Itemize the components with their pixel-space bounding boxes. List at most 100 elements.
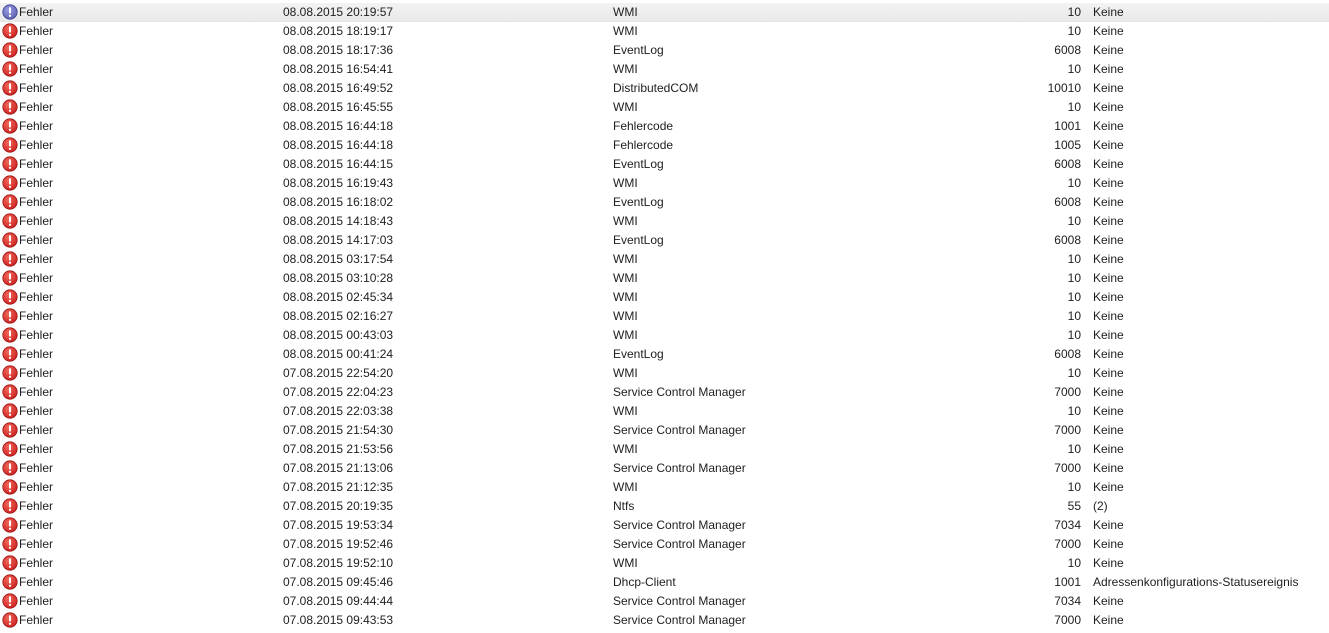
date-cell: 08.08.2015 18:19:17 [283,24,394,38]
task-category-cell: Keine [1093,252,1124,266]
error-icon [1,497,18,516]
event-row[interactable]: Fehler 08.08.2015 02:16:27 WMI 10 Keine [0,307,1329,326]
error-icon [1,535,18,554]
event-row[interactable]: Fehler 07.08.2015 22:04:23 Service Contr… [0,383,1329,402]
event-id-cell: 10 [1067,271,1081,285]
source-cell: WMI [613,328,638,342]
event-row[interactable]: Fehler 08.08.2015 16:44:15 EventLog 6008… [0,155,1329,174]
event-id-cell: 7000 [1054,537,1081,551]
event-row[interactable]: Fehler 08.08.2015 16:44:18 Fehlercode 10… [0,117,1329,136]
event-row[interactable]: Fehler 08.08.2015 00:43:03 WMI 10 Keine [0,326,1329,345]
event-row[interactable]: Fehler 08.08.2015 03:10:28 WMI 10 Keine [0,269,1329,288]
event-id-cell: 7000 [1054,385,1081,399]
event-id-cell: 10010 [1047,81,1081,95]
source-cell: WMI [613,214,638,228]
event-row[interactable]: Fehler 07.08.2015 22:03:38 WMI 10 Keine [0,402,1329,421]
date-cell: 08.08.2015 16:44:18 [283,119,394,133]
event-row[interactable]: Fehler 08.08.2015 16:18:02 EventLog 6008… [0,193,1329,212]
source-cell: Service Control Manager [613,423,746,437]
date-cell: 08.08.2015 14:17:03 [283,233,394,247]
error-icon [1,307,18,326]
event-row[interactable]: Fehler 07.08.2015 22:54:20 WMI 10 Keine [0,364,1329,383]
date-cell: 07.08.2015 09:45:46 [283,575,394,589]
event-row[interactable]: Fehler 07.08.2015 09:44:44 Service Contr… [0,592,1329,611]
level-cell: Fehler [19,366,54,380]
event-row[interactable]: Fehler 07.08.2015 19:52:10 WMI 10 Keine [0,554,1329,573]
level-cell: Fehler [19,613,54,627]
date-cell: 07.08.2015 21:13:06 [283,461,394,475]
task-category-cell: Keine [1093,138,1124,152]
event-id-cell: 10 [1067,62,1081,76]
source-cell: WMI [613,24,638,38]
event-row[interactable]: Fehler 07.08.2015 19:53:34 Service Contr… [0,516,1329,535]
event-id-cell: 6008 [1054,157,1081,171]
date-cell: 07.08.2015 21:53:56 [283,442,394,456]
event-row[interactable]: Fehler 08.08.2015 14:17:03 EventLog 6008… [0,231,1329,250]
error-icon [1,573,18,592]
error-icon [1,516,18,535]
source-cell: Ntfs [613,499,635,513]
event-id-cell: 7000 [1054,461,1081,475]
source-cell: Service Control Manager [613,518,746,532]
event-id-cell: 10 [1067,252,1081,266]
event-row[interactable]: Fehler 08.08.2015 16:45:55 WMI 10 Keine [0,98,1329,117]
source-cell: WMI [613,100,638,114]
event-row[interactable]: Fehler 07.08.2015 21:12:35 WMI 10 Keine [0,478,1329,497]
error-icon [1,193,18,212]
level-cell: Fehler [19,43,54,57]
level-cell: Fehler [19,556,54,570]
event-row[interactable]: Fehler 08.08.2015 14:18:43 WMI 10 Keine [0,212,1329,231]
level-cell: Fehler [19,290,54,304]
event-row[interactable]: Fehler 08.08.2015 20:19:57 WMI 10 Keine [0,3,1329,22]
source-cell: Service Control Manager [613,594,746,608]
event-row[interactable]: Fehler 08.08.2015 03:17:54 WMI 10 Keine [0,250,1329,269]
source-cell: WMI [613,290,638,304]
level-cell: Fehler [19,518,54,532]
task-category-cell: Keine [1093,366,1124,380]
task-category-cell: Keine [1093,385,1124,399]
event-row[interactable]: Fehler 08.08.2015 00:41:24 EventLog 6008… [0,345,1329,364]
event-row[interactable]: Fehler 08.08.2015 02:45:34 WMI 10 Keine [0,288,1329,307]
event-row[interactable]: Fehler 08.08.2015 18:17:36 EventLog 6008… [0,41,1329,60]
event-row[interactable]: Fehler 07.08.2015 09:43:53 Service Contr… [0,611,1329,630]
event-row[interactable]: Fehler 07.08.2015 21:53:56 WMI 10 Keine [0,440,1329,459]
source-cell: EventLog [613,347,664,361]
event-row[interactable]: Fehler 08.08.2015 16:54:41 WMI 10 Keine [0,60,1329,79]
event-id-cell: 10 [1067,176,1081,190]
task-category-cell: Keine [1093,613,1124,627]
task-category-cell: Keine [1093,62,1124,76]
level-cell: Fehler [19,575,54,589]
source-cell: WMI [613,404,638,418]
date-cell: 08.08.2015 16:45:55 [283,100,394,114]
event-id-cell: 6008 [1054,195,1081,209]
error-icon [1,250,18,269]
level-cell: Fehler [19,594,54,608]
event-list[interactable]: Fehler 08.08.2015 20:19:57 WMI 10 Keine … [0,0,1329,633]
error-icon [1,155,18,174]
task-category-cell: Keine [1093,100,1124,114]
event-id-cell: 1001 [1054,575,1081,589]
event-row[interactable]: Fehler 07.08.2015 09:45:46 Dhcp-Client 1… [0,573,1329,592]
level-cell: Fehler [19,442,54,456]
date-cell: 08.08.2015 16:44:18 [283,138,394,152]
event-row[interactable]: Fehler 08.08.2015 18:19:17 WMI 10 Keine [0,22,1329,41]
event-id-cell: 7000 [1054,613,1081,627]
event-row[interactable]: Fehler 08.08.2015 16:44:18 Fehlercode 10… [0,136,1329,155]
level-cell: Fehler [19,5,54,19]
level-cell: Fehler [19,423,54,437]
source-cell: EventLog [613,195,664,209]
level-cell: Fehler [19,537,54,551]
event-row[interactable]: Fehler 07.08.2015 20:19:35 Ntfs 55 (2) [0,497,1329,516]
level-cell: Fehler [19,309,54,323]
event-row[interactable]: Fehler 07.08.2015 19:52:46 Service Contr… [0,535,1329,554]
event-row[interactable]: Fehler 08.08.2015 16:19:43 WMI 10 Keine [0,174,1329,193]
date-cell: 08.08.2015 03:10:28 [283,271,394,285]
event-row[interactable]: Fehler 08.08.2015 16:49:52 DistributedCO… [0,79,1329,98]
level-cell: Fehler [19,385,54,399]
event-id-cell: 10 [1067,309,1081,323]
task-category-cell: Keine [1093,404,1124,418]
task-category-cell: Keine [1093,518,1124,532]
error-icon [1,136,18,155]
event-row[interactable]: Fehler 07.08.2015 21:13:06 Service Contr… [0,459,1329,478]
event-row[interactable]: Fehler 07.08.2015 21:54:30 Service Contr… [0,421,1329,440]
